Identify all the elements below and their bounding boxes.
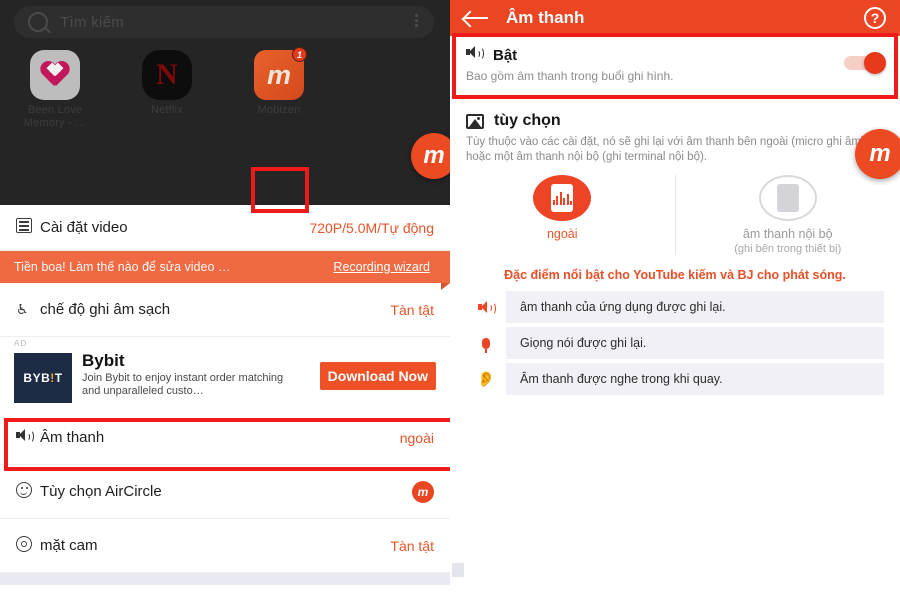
app-item-mobizen[interactable]: m 1 Mobizen: [242, 47, 316, 130]
list-item-value: 720P/5.0M/Tự động: [309, 219, 434, 236]
audio-source-choices: (( )) ngoài âm thanh nội bộ (ghi bên tro…: [450, 175, 900, 255]
app-bar: Âm thanh ?: [450, 0, 900, 36]
app-label: Been Love Memory - …: [23, 104, 87, 129]
list-separator-band: [0, 573, 450, 585]
help-icon[interactable]: ?: [864, 7, 886, 29]
list-item-label: Cài đặt video: [40, 219, 128, 236]
list-item-label: Âm thanh: [40, 429, 105, 446]
choice-label: ngoài: [546, 227, 578, 241]
netflix-icon: N: [142, 50, 192, 100]
ad-banner[interactable]: AD BYB! T Bybit Join Bybit to enjoy insta…: [0, 337, 450, 411]
ad-tag: AD: [14, 339, 28, 348]
external-audio-icon: (( )): [456, 175, 894, 221]
search-icon: [28, 12, 48, 32]
list-item-front-camera[interactable]: mặt cam Tàn tật: [0, 519, 450, 573]
choice-internal-audio[interactable]: âm thanh nội bộ (ghi bên trong thiết bị): [674, 175, 900, 255]
speaker-icon: [16, 429, 40, 446]
choice-sublabel: (ghi bên trong thiết bị): [734, 243, 842, 255]
internal-audio-icon: [758, 175, 817, 221]
mobizen-floating-bubble-icon[interactable]: m: [411, 133, 450, 179]
audio-enable-toggle[interactable]: [844, 52, 886, 74]
promo-text: Tiền boa! Làm thế nào để sửa video …: [14, 260, 231, 274]
ad-title: Bybit: [82, 351, 125, 370]
speaker-icon: [466, 291, 506, 323]
list-item-audio[interactable]: Âm thanh ngoài: [0, 411, 450, 465]
notification-badge: 1: [292, 47, 307, 62]
dual-screenshot-container: Tìm kiếm Been Love Memory - … N Netflix …: [0, 0, 900, 603]
back-arrow-icon[interactable]: [464, 9, 490, 27]
eye-icon: [16, 535, 40, 556]
toggle-knob: [864, 52, 886, 74]
list-item-label: Tùy chọn AirCircle: [40, 483, 162, 500]
ad-download-button[interactable]: Download Now: [319, 362, 436, 390]
list-item-clean-recording-mode[interactable]: ♿ chế độ ghi âm sạch Tàn tật: [0, 283, 450, 337]
feature-text: âm thanh của ứng dụng được ghi lại.: [520, 300, 726, 314]
highlight-box-settings-tab: [251, 167, 309, 213]
list-item-label: mặt cam: [40, 537, 98, 554]
app-item-been-love-memory[interactable]: Been Love Memory - …: [18, 50, 92, 130]
options-section: tùy chọn Tùy thuộc vào các cài đặt, nó s…: [450, 98, 900, 165]
speaker-icon: [466, 46, 484, 64]
bybit-logo-icon: BYB! T: [14, 353, 72, 403]
smile-icon: [16, 481, 40, 502]
promo-cta-link[interactable]: Recording wizard: [333, 260, 430, 274]
audio-enable-subtitle: Bao gồm âm thanh trong buổi ghi hình.: [466, 69, 674, 83]
feature-item-app-audio: âm thanh của ứng dụng được ghi lại.: [466, 291, 884, 323]
denoise-icon: ♿: [16, 301, 29, 317]
feature-item-voice: Giọng nói được ghi lại.: [466, 327, 884, 359]
choice-label: âm thanh nội bộ: [742, 227, 833, 241]
left-phone-screen: Tìm kiếm Been Love Memory - … N Netflix …: [0, 0, 450, 603]
feature-text: Giọng nói được ghi lại.: [520, 336, 647, 350]
mobizen-floating-bubble-icon[interactable]: m: [855, 129, 900, 179]
feature-item-ambient: 👂 Âm thanh được nghe trong khi quay.: [466, 363, 884, 395]
list-item-value: Tàn tật: [390, 537, 434, 554]
ear-icon: 👂: [466, 363, 506, 395]
image-icon: [466, 113, 484, 129]
app-item-netflix[interactable]: N Netflix: [130, 50, 204, 130]
list-item-aircircle-options[interactable]: Tùy chọn AirCircle m: [0, 465, 450, 519]
options-title: tùy chọn: [494, 112, 561, 129]
list-item-video-settings[interactable]: Cài đặt video 720P/5.0M/Tự động: [0, 205, 450, 251]
options-description: Tùy thuộc vào các cài đặt, nó sẽ ghi lại…: [466, 136, 865, 163]
list-icon: [16, 218, 40, 237]
app-grid: Been Love Memory - … N Netflix m 1 Mobiz…: [18, 47, 316, 130]
mobizen-mini-icon: m: [412, 480, 434, 503]
list-item-value: ngoài: [399, 429, 434, 446]
feature-notice: Đặc điểm nổi bật cho YouTube kiếm và BJ …: [504, 268, 846, 282]
promo-banner[interactable]: Tiền boa! Làm thế nào để sửa video … Rec…: [0, 251, 450, 290]
search-bar[interactable]: Tìm kiếm: [14, 6, 434, 38]
feature-text: Âm thanh được nghe trong khi quay.: [520, 372, 723, 386]
app-label: Mobizen: [257, 104, 301, 116]
bottom-filler: [0, 585, 450, 603]
right-phone-screen: Âm thanh ? Bật Bao gồm âm thanh trong bu…: [450, 0, 900, 603]
list-item-value: Tàn tật: [390, 301, 434, 318]
list-item-label: chế độ ghi âm sạch: [40, 301, 171, 318]
page-title: Âm thanh: [506, 8, 585, 27]
app-label: Netflix: [151, 104, 183, 116]
mobizen-icon: m 1: [254, 47, 307, 100]
ad-description: Join Bybit to enjoy instant order matchi…: [82, 372, 284, 397]
choice-external-audio[interactable]: (( )) ngoài: [450, 175, 894, 255]
audio-enable-card[interactable]: Bật Bao gồm âm thanh trong buổi ghi hình…: [450, 36, 900, 98]
overflow-menu-icon[interactable]: [415, 14, 418, 27]
settings-list: Cài đặt video 720P/5.0M/Tự động Tiền boa…: [0, 205, 450, 603]
audio-enable-title: Bật: [493, 46, 518, 64]
edge-artifact: [452, 563, 464, 577]
microphone-icon: [466, 327, 506, 359]
been-love-memory-icon: [30, 50, 80, 100]
search-input[interactable]: Tìm kiếm: [60, 14, 124, 31]
